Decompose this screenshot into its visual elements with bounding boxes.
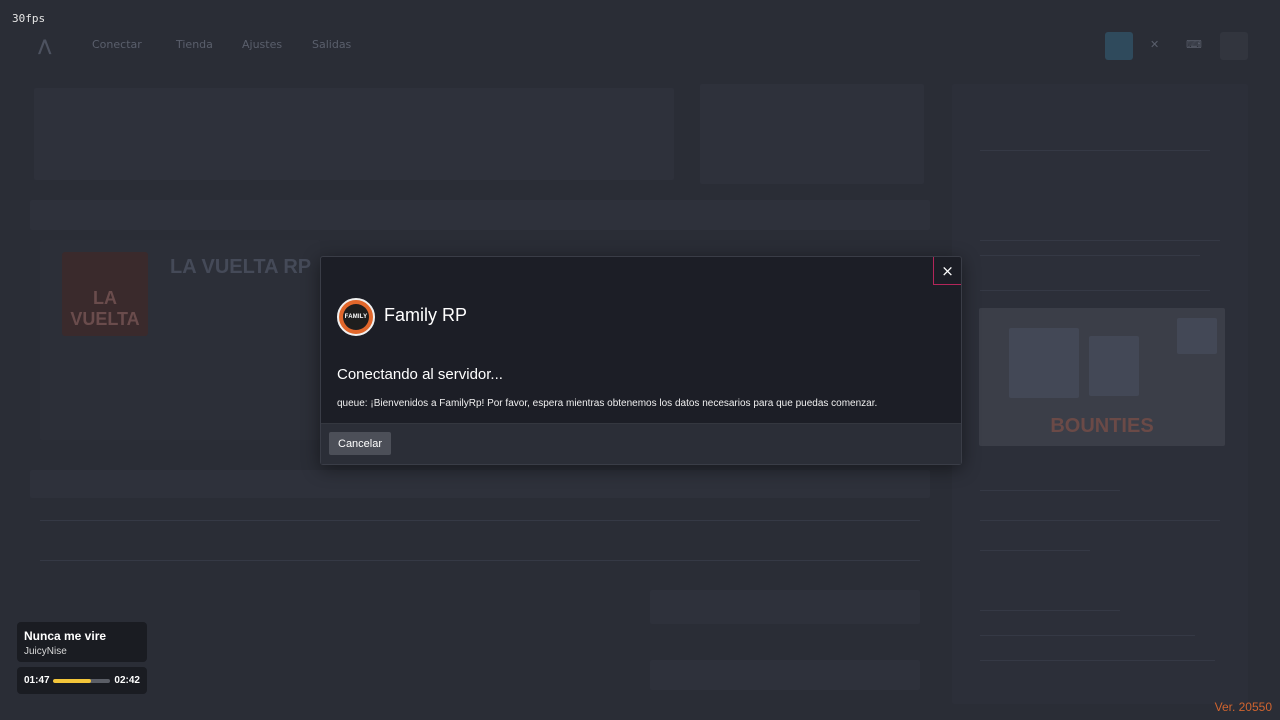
server-card-image: LA VUELTA: [62, 252, 148, 336]
server-logo-text: FAMILY: [344, 314, 368, 320]
featured-server-title: LA VUELTA RP: [170, 256, 312, 278]
queue-message: queue: ¡Bienvenidos a FamilyRp! Por favo…: [337, 398, 878, 409]
connecting-dialog: × FAMILY Family RP Conectando al servido…: [320, 256, 962, 465]
dialog-footer: Cancelar: [321, 423, 961, 464]
side-links-panel: [700, 84, 924, 184]
news-image[interactable]: BOUNTIES: [979, 308, 1225, 446]
menu-button[interactable]: [1220, 32, 1248, 60]
playback-progress-card: 01:47 02:42: [17, 667, 147, 694]
nav-item-exit[interactable]: Salidas: [312, 38, 351, 51]
elapsed-time: 01:47: [24, 675, 50, 686]
nav-item-connect[interactable]: Conectar: [92, 38, 142, 51]
profile-button[interactable]: [1105, 32, 1133, 60]
progress-bar-fill: [53, 679, 91, 683]
keyboard-icon[interactable]: ⌨: [1186, 38, 1202, 51]
server-name: Family RP: [384, 305, 468, 325]
version-label: Ver. 20550: [1214, 700, 1272, 714]
cancel-button[interactable]: Cancelar: [329, 432, 392, 455]
progress-bar[interactable]: [53, 679, 110, 683]
song-title: Nunca me vire: [24, 629, 107, 643]
nav-item-settings[interactable]: Ajustes: [242, 38, 282, 51]
close-icon[interactable]: ×: [933, 257, 961, 285]
fivem-logo-icon: ⋀: [38, 36, 52, 55]
total-time: 02:42: [114, 675, 140, 686]
server-card-image-text: LA VUELTA: [70, 288, 140, 329]
news-image-caption: BOUNTIES: [1050, 415, 1154, 437]
featured-header: [30, 200, 930, 230]
song-artist: JuicyNise: [24, 646, 67, 657]
bottom-actions-panel[interactable]: [650, 660, 920, 690]
nav-item-store[interactable]: Tienda: [176, 38, 213, 51]
connection-status: Conectando al servidor...: [337, 366, 503, 383]
server-list-header: [30, 470, 930, 498]
search-panel: [34, 88, 674, 180]
now-playing-card: Nunca me vire JuicyNise: [17, 622, 147, 662]
server-logo-icon: FAMILY: [337, 298, 375, 336]
mute-icon[interactable]: ✕: [1150, 38, 1159, 51]
fps-counter: 30fps: [12, 12, 46, 25]
direct-connect-panel[interactable]: [650, 590, 920, 624]
